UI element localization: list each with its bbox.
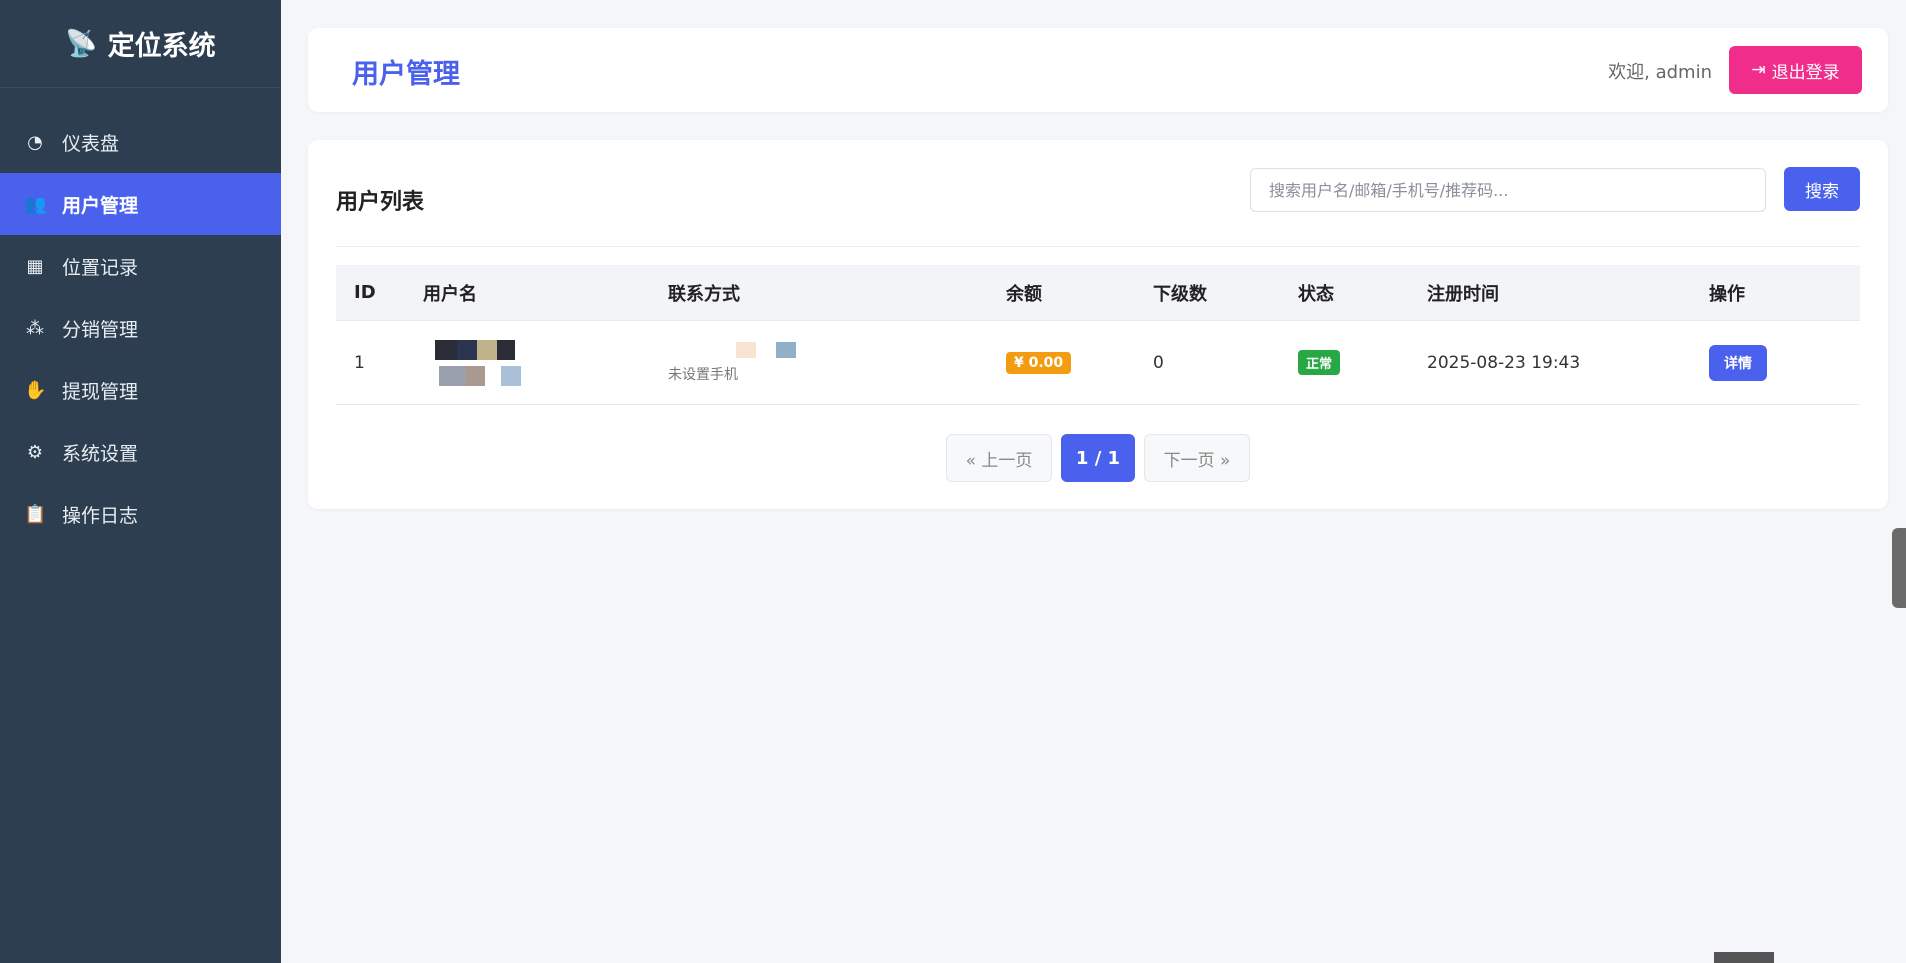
map-icon: ▦ xyxy=(26,255,44,277)
users-icon: 👥 xyxy=(24,193,47,215)
masked-username xyxy=(423,333,668,393)
column-header: 用户名 xyxy=(423,283,477,305)
sidebar-item-label: 位置记录 xyxy=(62,256,139,279)
sidebar: 📡 定位系统 ◔ 仪表盘 👥 用户管理 ▦ 位置记录 ⁂ 分销管理 ✋ 提现管理… xyxy=(0,0,281,963)
redacted-block xyxy=(668,341,1006,358)
sidebar-item-dashboard[interactable]: ◔ 仪表盘 xyxy=(0,111,281,173)
next-page-button[interactable]: 下一页 » xyxy=(1144,434,1250,482)
sidebar-item-settings[interactable]: ⚙ 系统设置 xyxy=(0,421,281,483)
search-button[interactable]: 搜索 xyxy=(1784,167,1860,211)
logout-button[interactable]: ⇥ 退出登录 xyxy=(1729,46,1862,94)
sidebar-item-label: 提现管理 xyxy=(62,380,139,403)
redacted-block xyxy=(423,339,668,360)
user-table: ID 用户名 联系方式 余额 下级数 状态 注册时间 操作 1 未设置手机 ¥ … xyxy=(336,265,1860,405)
masked-contact: 未设置手机 xyxy=(668,333,1006,393)
column-header: 注册时间 xyxy=(1427,283,1499,305)
column-header: 下级数 xyxy=(1153,283,1207,305)
detail-button[interactable]: 详情 xyxy=(1709,344,1767,381)
cell-balance: ¥ 0.00 xyxy=(1006,351,1153,374)
column-header: ID xyxy=(354,282,376,303)
column-header: 状态 xyxy=(1298,283,1334,305)
cell-id: 1 xyxy=(354,352,365,373)
corner-widget[interactable] xyxy=(1714,952,1774,963)
sign-out-icon: ⇥ xyxy=(1751,60,1766,80)
pagination: « 上一页 1 / 1 下一页 » xyxy=(946,434,1250,482)
sidebar-item-label: 系统设置 xyxy=(62,442,139,465)
sidebar-nav: ◔ 仪表盘 👥 用户管理 ▦ 位置记录 ⁂ 分销管理 ✋ 提现管理 ⚙ 系统设置… xyxy=(0,111,281,545)
sidebar-item-users[interactable]: 👥 用户管理 xyxy=(0,173,281,235)
page-title: 用户管理 xyxy=(352,59,460,90)
cell-subordinates: 0 xyxy=(1153,352,1164,373)
side-collapse-handle[interactable] xyxy=(1892,528,1906,608)
column-header: 操作 xyxy=(1709,283,1745,305)
sidebar-item-distribution[interactable]: ⁂ 分销管理 xyxy=(0,297,281,359)
satellite-dish-icon: 📡 xyxy=(65,28,98,59)
cell-actions: 详情 xyxy=(1709,344,1860,381)
redacted-block xyxy=(423,365,668,386)
contact-phone-status: 未设置手机 xyxy=(668,366,738,383)
divider xyxy=(336,246,1860,247)
sidebar-item-withdrawals[interactable]: ✋ 提现管理 xyxy=(0,359,281,421)
cell-status: 正常 xyxy=(1298,350,1427,375)
dashboard-icon: ◔ xyxy=(27,131,43,153)
status-badge: 正常 xyxy=(1298,350,1341,375)
sitemap-icon: ⁂ xyxy=(26,317,44,339)
cell-contact: 未设置手机 xyxy=(668,333,1006,393)
sidebar-item-label: 用户管理 xyxy=(62,194,139,217)
cell-username xyxy=(423,333,668,393)
logout-label: 退出登录 xyxy=(1771,62,1840,83)
prev-page-button[interactable]: « 上一页 xyxy=(946,434,1052,482)
header-card: 用户管理 欢迎, admin ⇥ 退出登录 xyxy=(308,28,1888,112)
sidebar-item-logs[interactable]: 📋 操作日志 xyxy=(0,483,281,545)
list-title: 用户列表 xyxy=(336,190,425,215)
column-header: 余额 xyxy=(1006,283,1042,305)
sidebar-item-label: 仪表盘 xyxy=(62,132,120,155)
user-list-card: 用户列表 搜索 ID 用户名 联系方式 余额 下级数 状态 注册时间 操作 1 xyxy=(308,140,1888,509)
hand-coin-icon: ✋ xyxy=(24,379,47,401)
table-header: ID 用户名 联系方式 余额 下级数 状态 注册时间 操作 xyxy=(336,265,1860,321)
brand-title: 定位系统 xyxy=(107,31,216,62)
column-header: 联系方式 xyxy=(668,283,740,305)
cell-registered: 2025-08-23 19:43 xyxy=(1427,352,1581,373)
balance-badge: ¥ 0.00 xyxy=(1006,351,1072,374)
gears-icon: ⚙ xyxy=(26,441,44,463)
current-page-indicator[interactable]: 1 / 1 xyxy=(1061,434,1135,482)
brand[interactable]: 📡 定位系统 xyxy=(0,0,281,88)
sidebar-item-label: 分销管理 xyxy=(62,318,139,341)
sidebar-item-label: 操作日志 xyxy=(62,504,139,527)
sidebar-item-locations[interactable]: ▦ 位置记录 xyxy=(0,235,281,297)
search-input[interactable] xyxy=(1250,168,1766,212)
clipboard-icon: 📋 xyxy=(24,503,47,525)
table-row: 1 未设置手机 ¥ 0.00 0 正常 2025-08-23 19:43 详情 xyxy=(336,321,1860,405)
welcome-text: 欢迎, admin xyxy=(1608,62,1712,83)
